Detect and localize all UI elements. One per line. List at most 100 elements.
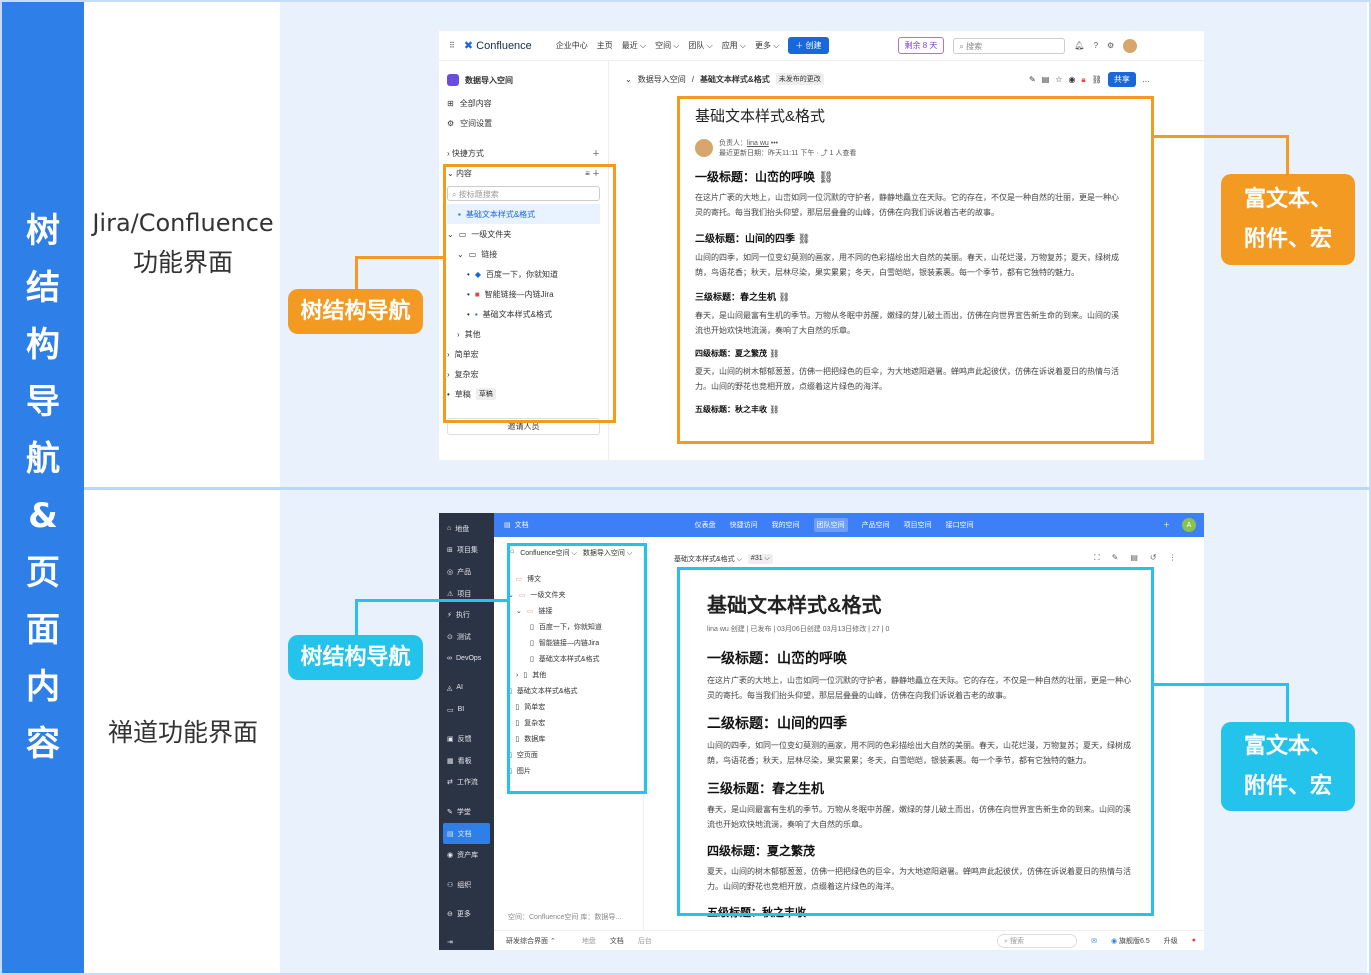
tab[interactable]: 接口空间 <box>946 520 974 530</box>
trial-badge[interactable]: 剩余 8 天 <box>897 37 945 54</box>
nav-item[interactable]: 主页 <box>597 40 613 51</box>
comment-icon[interactable]: ▤ <box>1042 75 1050 84</box>
message-icon[interactable]: ✉ <box>1091 937 1097 945</box>
kanban-icon: ▦ <box>447 757 454 765</box>
shortcuts-header[interactable]: › 快捷方式 ＋ <box>447 143 600 163</box>
link-icon[interactable]: ⛓ <box>1092 75 1102 84</box>
bottom-search-input[interactable]: ⌕ 搜索 <box>997 933 1078 948</box>
title-char: 树 <box>26 211 60 251</box>
nav-item[interactable]: ▦ 看板 <box>439 750 494 772</box>
tab[interactable]: 产品空间 <box>862 520 890 530</box>
avatar[interactable] <box>1123 38 1138 53</box>
nav-item[interactable]: ⌂ 地盘 <box>439 518 494 540</box>
more-icon[interactable]: ⋮ <box>1169 553 1177 563</box>
chevron-down-icon[interactable]: ⌄ <box>625 75 632 84</box>
bell-icon[interactable]: 🔔︎ <box>1074 41 1084 50</box>
nav-item[interactable]: ✎ 学堂 <box>439 801 494 823</box>
doc-actions: ⛶ ✎ ▤ ↺ ⋮ <box>1094 553 1177 563</box>
outline-icon[interactable]: ▤ <box>1130 553 1138 563</box>
space-footer: 空间：Confluence空间 库：数据导... <box>508 914 622 921</box>
version-text: 旗舰版6.5 <box>1119 937 1150 945</box>
tab-active[interactable]: 团队空间 <box>813 518 848 532</box>
collapse-nav-button[interactable]: ⇥ <box>439 931 494 950</box>
nav-item[interactable]: ▣ 反馈 <box>439 728 494 750</box>
bottom-tab[interactable]: 后台 <box>638 936 652 946</box>
nav-item[interactable]: ⊞ 项目集 <box>439 540 494 562</box>
nav-item[interactable]: 应用 ⌵ <box>722 40 746 51</box>
tab[interactable]: 快捷访问 <box>730 520 758 530</box>
nav-item[interactable]: 最近 ⌵ <box>622 40 646 51</box>
title-char: & <box>28 496 58 536</box>
fullscreen-icon[interactable]: ⛶ <box>1094 553 1100 563</box>
title-char: 面 <box>26 610 60 650</box>
breadcrumb-item[interactable]: 基础文本样式&格式 <box>700 74 770 85</box>
tag-line: 附件、宏 <box>1243 774 1332 799</box>
plus-icon[interactable]: ＋ <box>592 148 600 159</box>
plus-icon[interactable]: ＋ <box>1163 520 1170 530</box>
nav-item[interactable]: ◬ AI <box>439 677 494 699</box>
tree-nav-tag-cyan: 树结构导航 <box>288 635 423 680</box>
execution-icon: ⚡ <box>447 612 452 620</box>
nav-item[interactable]: 空间 ⌵ <box>655 40 679 51</box>
tree-nav-highlight-zentao <box>507 543 647 794</box>
tag-line: 富文本、 <box>1243 734 1332 759</box>
star-icon[interactable]: ☆ <box>1055 75 1062 84</box>
nav-item[interactable]: ◉ 资产库 <box>439 844 494 866</box>
nav-item[interactable]: ▭ BI <box>439 699 494 721</box>
tab[interactable]: 仪表盘 <box>695 520 716 530</box>
bottom-tab-active[interactable]: 文档 <box>610 936 624 946</box>
nav-item[interactable]: ∞ DevOps <box>439 648 494 670</box>
tab[interactable]: 我的空间 <box>772 520 800 530</box>
confluence-logo[interactable]: ✖ Confluence <box>464 39 532 52</box>
nav-label: 更多 <box>456 911 471 919</box>
bottom-tab[interactable]: 地盘 <box>582 936 596 946</box>
connector <box>355 256 358 292</box>
zentao-bottom-bar: 研发综合界面 ⌃ 地盘 文档 后台 ⌕ 搜索 ✉ ◉ 旗舰版6.5 升级 ● <box>494 930 1204 950</box>
watch-icon[interactable]: ◉ <box>1068 75 1075 84</box>
help-icon[interactable]: ? <box>1094 41 1098 50</box>
search-input[interactable]: ⌕ 搜索 <box>953 37 1066 54</box>
avatar[interactable]: A <box>1182 518 1196 532</box>
history-icon[interactable]: ↺ <box>1150 553 1157 563</box>
upgrade-link[interactable]: 升级 <box>1164 936 1178 946</box>
nav-label: 组织 <box>457 881 472 889</box>
breadcrumb-sep: / <box>691 74 694 84</box>
alert-icon[interactable]: ● <box>1192 937 1196 944</box>
bottom-menu[interactable]: 研发综合界面 ⌃ <box>506 936 556 946</box>
nav-item[interactable]: ⚇ 组织 <box>439 874 494 896</box>
tab[interactable]: 项目空间 <box>904 520 932 530</box>
nav-item[interactable]: ⊙ 测试 <box>439 626 494 648</box>
version-badge[interactable]: #31 ⌵ <box>747 554 773 564</box>
lock-icon[interactable]: 🔒︎ <box>1081 75 1085 85</box>
tree-nav-highlight-confluence <box>443 164 616 423</box>
more-icon: ⊖ <box>447 911 453 919</box>
sidebar-item-space-settings[interactable]: ⚙ 空间设置 <box>447 113 600 133</box>
edit-icon[interactable]: ✎ <box>1029 75 1036 84</box>
edit-icon[interactable]: ✎ <box>1112 553 1119 563</box>
space-header[interactable]: 数据导入空间 <box>447 67 600 93</box>
breadcrumb-item[interactable]: 数据导入空间 <box>638 74 686 85</box>
nav-item-active[interactable]: ▤ 文档 <box>443 822 490 845</box>
nav-item[interactable]: ◎ 产品 <box>439 561 494 583</box>
feedback-icon: ▣ <box>447 736 454 744</box>
breadcrumb-tail: 基础文本样式&格式 ⌵ #31 ⌵ <box>674 554 773 564</box>
share-button[interactable]: 共享 <box>1107 72 1136 87</box>
nav-item[interactable]: ⚡ 执行 <box>439 604 494 626</box>
app-switcher-icon[interactable]: ⠿ <box>449 41 455 50</box>
sidebar-item-all-content[interactable]: ⊞ 全部内容 <box>447 93 600 113</box>
more-icon[interactable]: … <box>1142 75 1150 84</box>
create-button[interactable]: ＋ 创建 <box>788 37 829 54</box>
nav-item[interactable]: ⇄ 工作流 <box>439 772 494 794</box>
title-char: 内 <box>26 667 60 707</box>
devops-icon: ∞ <box>447 654 452 662</box>
zentao-logo-icon: ◉ <box>1110 937 1118 945</box>
nav-item[interactable]: 更多 ⌵ <box>755 40 779 51</box>
nav-item[interactable]: 团队 ⌵ <box>688 40 712 51</box>
nav-label: BI <box>457 706 465 714</box>
gear-icon[interactable]: ⚙ <box>1107 41 1114 50</box>
nav-item[interactable]: 企业中心 <box>556 40 588 51</box>
breadcrumb-item[interactable]: 基础文本样式&格式 ⌵ <box>674 554 742 564</box>
bi-icon: ▭ <box>447 706 454 714</box>
confluence-topbar: ⠿ ✖ Confluence 企业中心 主页 最近 ⌵ 空间 ⌵ 团队 ⌵ 应用… <box>439 31 1204 61</box>
nav-item[interactable]: ⊖ 更多 <box>439 904 494 926</box>
